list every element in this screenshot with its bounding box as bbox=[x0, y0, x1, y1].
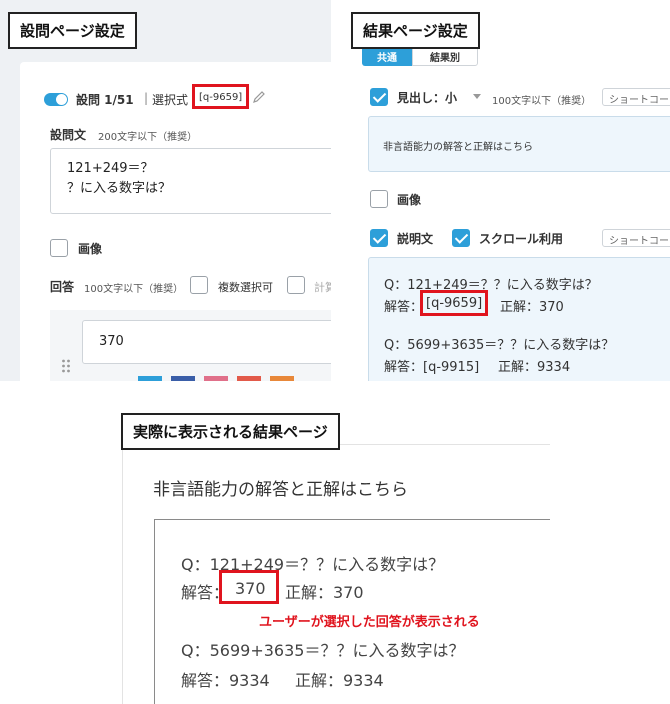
question-type: 選択式 bbox=[152, 93, 189, 107]
question-number: 設問 1/51 bbox=[76, 93, 134, 107]
color-swatch[interactable] bbox=[171, 376, 195, 381]
result-settings-label: 結果ページ設定 bbox=[351, 12, 480, 49]
description-label: 説明文 bbox=[397, 232, 434, 246]
answer-value: 370 bbox=[99, 334, 124, 349]
result-q2-answer: 解答：9334 bbox=[181, 671, 270, 690]
answer-input[interactable]: 370 bbox=[82, 320, 331, 364]
result-heading: 非言語能力の解答と正解はこちら bbox=[153, 480, 408, 500]
question-text-line2: ？に入る数字は？ bbox=[67, 181, 172, 196]
heading-label: 見出し：小 bbox=[397, 91, 458, 105]
result-q1-correct: 正解：370 bbox=[285, 583, 364, 602]
question-text-line1: 121+249＝？ bbox=[67, 161, 154, 176]
result-image-label: 画像 bbox=[397, 193, 422, 207]
answer-label: 回答 bbox=[50, 280, 75, 294]
result-q2-correct: 正解：9334 bbox=[295, 671, 384, 690]
actual-result-label: 実際に表示される結果ページ bbox=[121, 413, 340, 450]
q1-correct: 正解：370 bbox=[500, 300, 564, 315]
q2-line: Q：5699+3635＝？？に入る数字は？ bbox=[384, 338, 615, 353]
answer-code-highlight bbox=[420, 290, 488, 316]
calc-checkbox[interactable] bbox=[287, 276, 305, 294]
edit-pencil-icon[interactable] bbox=[252, 90, 266, 104]
result-image-checkbox[interactable] bbox=[370, 190, 388, 208]
actual-result-panel: 非言語能力の解答と正解はこちら Q：121+249＝？？に入る数字は？ 解答： … bbox=[122, 444, 550, 704]
heading-preview-text: 非言語能力の解答と正解はこちら bbox=[383, 142, 533, 153]
color-swatch[interactable] bbox=[204, 376, 228, 381]
heading-checkbox[interactable] bbox=[370, 88, 388, 106]
drag-handle-icon[interactable] bbox=[61, 358, 71, 374]
tab-by-result[interactable]: 結果別 bbox=[412, 46, 478, 66]
q2-correct: 正解：9334 bbox=[498, 360, 571, 375]
scroll-label: スクロール利用 bbox=[479, 232, 564, 246]
image-checkbox[interactable] bbox=[50, 239, 68, 257]
calc-label: 計算 bbox=[314, 281, 331, 294]
multi-select-label: 複数選択可 bbox=[218, 281, 273, 294]
question-settings-label: 設問ページ設定 bbox=[8, 12, 137, 49]
multi-select-checkbox[interactable] bbox=[190, 276, 208, 294]
result-settings-panel: 共通 結果別 見出し：小 100文字以下（推奨） ショートコー 非言語能力の解答… bbox=[342, 0, 670, 381]
answer-limit: 100文字以下（推奨） bbox=[84, 284, 184, 295]
chevron-down-icon[interactable] bbox=[472, 93, 482, 101]
annotation-text: ユーザーが選択した回答が表示される bbox=[259, 615, 480, 630]
color-swatch[interactable] bbox=[270, 376, 294, 381]
description-checkbox[interactable] bbox=[370, 229, 388, 247]
question-enabled-toggle[interactable] bbox=[44, 93, 68, 106]
question-settings-panel: 設問 1/51 | 選択式 [q-9659] 設問文 200文字以下（推奨） 1… bbox=[0, 0, 331, 381]
color-swatch[interactable] bbox=[237, 376, 261, 381]
image-label: 画像 bbox=[78, 242, 103, 256]
shortcode-button-2[interactable]: ショートコー bbox=[602, 229, 670, 247]
user-answer-highlight bbox=[219, 570, 279, 604]
scroll-checkbox[interactable] bbox=[452, 229, 470, 247]
question-text-input[interactable]: 121+249＝？ ？に入る数字は？ bbox=[50, 148, 331, 214]
tab-common[interactable]: 共通 bbox=[362, 46, 412, 66]
color-swatch[interactable] bbox=[138, 376, 162, 381]
question-text-label: 設問文 bbox=[50, 128, 87, 142]
question-id-highlight bbox=[192, 84, 249, 109]
heading-limit: 100文字以下（推奨） bbox=[492, 96, 592, 107]
q1-answer-prefix: 解答： bbox=[384, 300, 424, 315]
question-text-limit: 200文字以下（推奨） bbox=[98, 132, 198, 143]
q2-answer: 解答：[q-9915] bbox=[384, 360, 480, 375]
result-q2-line: Q：5699+3635＝？？に入る数字は？ bbox=[181, 641, 465, 660]
header-separator: | bbox=[144, 91, 149, 105]
heading-preview-box: 非言語能力の解答と正解はこちら bbox=[368, 116, 670, 172]
q1-line: Q：121+249＝？？に入る数字は？ bbox=[384, 278, 598, 293]
shortcode-button[interactable]: ショートコー bbox=[602, 88, 670, 106]
